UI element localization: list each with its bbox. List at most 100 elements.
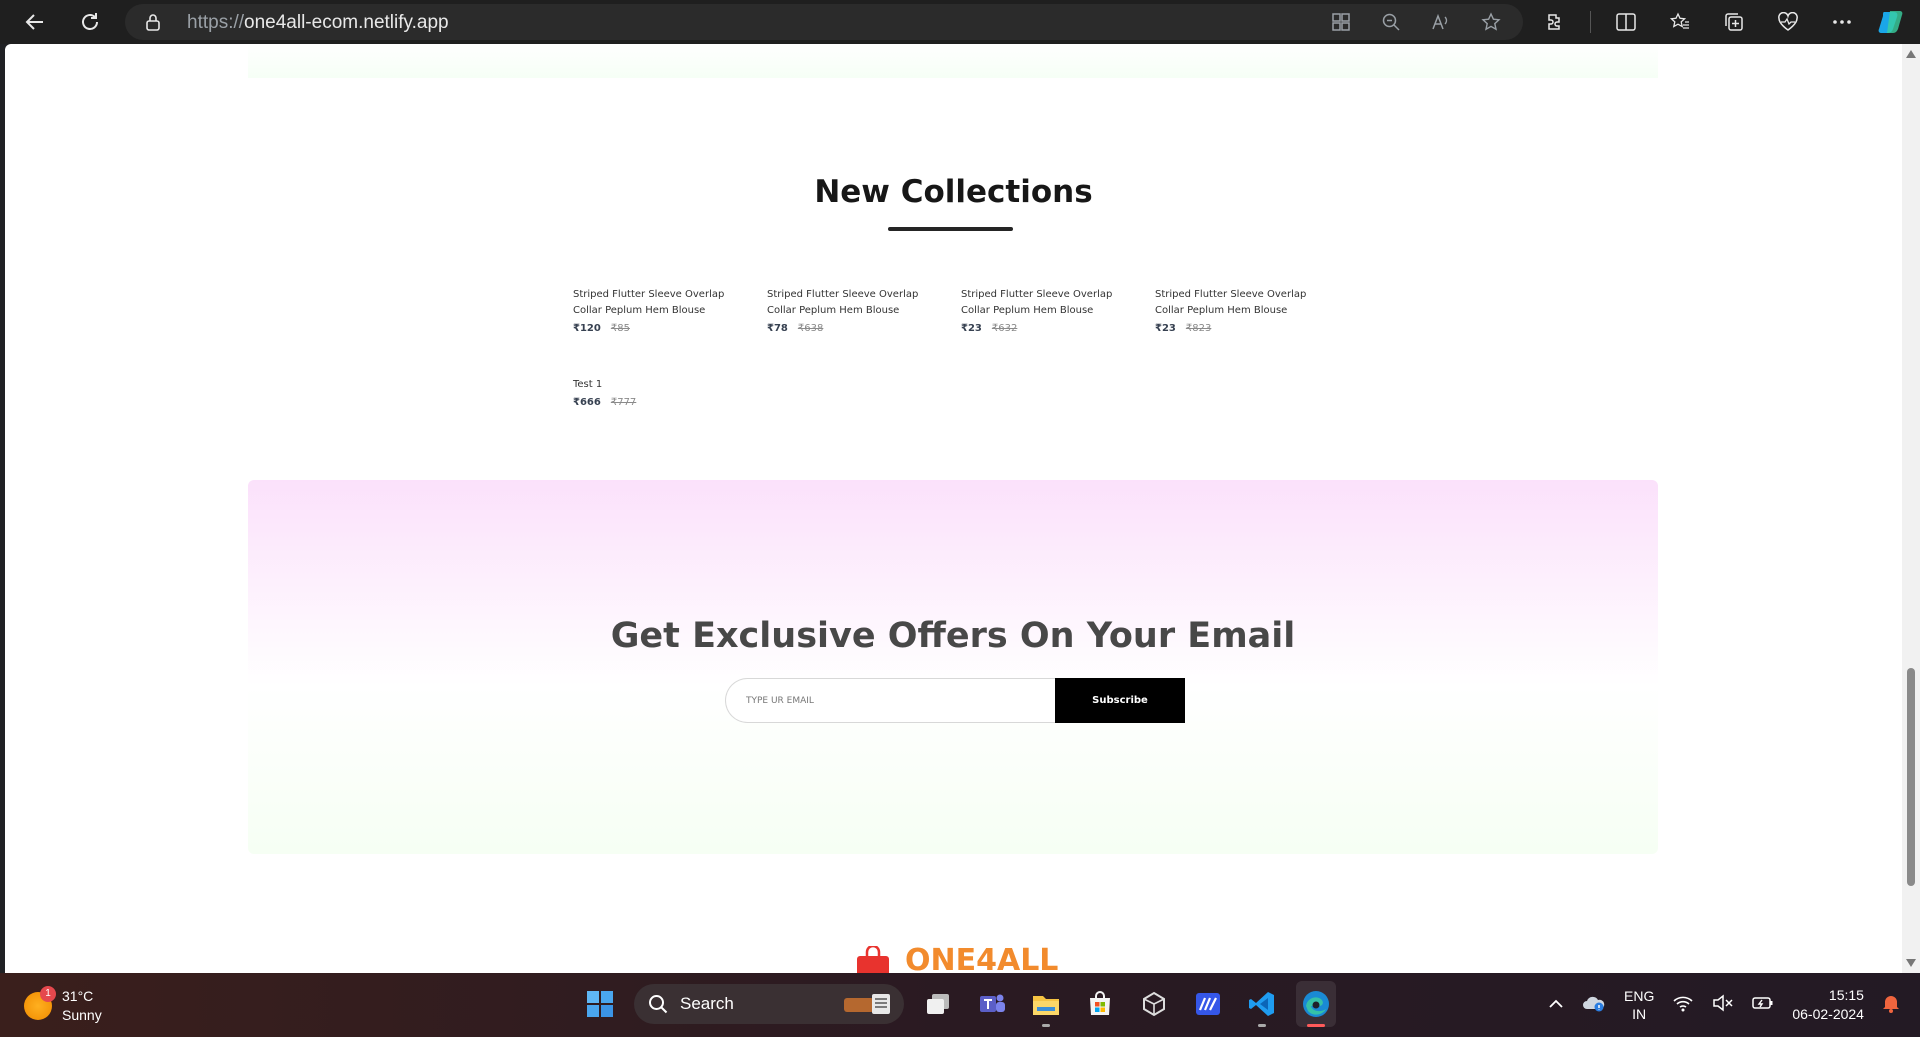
lock-icon[interactable] [145, 13, 161, 35]
more-options-icon[interactable] [1823, 3, 1861, 41]
scroll-down-arrow-icon[interactable] [1906, 959, 1916, 967]
dev-app[interactable] [1188, 981, 1228, 1027]
language-code: ENG [1624, 988, 1655, 1004]
subscribe-button[interactable]: Subscribe [1055, 678, 1185, 723]
clock-date: 06-02-2024 [1792, 1006, 1864, 1022]
reload-icon [82, 13, 98, 30]
clock[interactable]: 15:15 06-02-2024 [1792, 986, 1864, 1024]
product-card[interactable]: Striped Flutter Sleeve Overlap Collar Pe… [573, 287, 743, 334]
back-arrow-icon [25, 14, 43, 30]
split-screen-icon[interactable] [1607, 3, 1645, 41]
address-bar[interactable]: https://one4all-ecom.netlify.app [125, 4, 1523, 40]
vscode-app[interactable] [1242, 981, 1282, 1027]
teams-icon [980, 994, 1005, 1012]
teams-app[interactable] [972, 981, 1012, 1027]
edge-browser-icon [1303, 991, 1329, 1017]
windows-logo-icon [587, 991, 613, 1017]
copilot-icon[interactable] [1876, 6, 1908, 38]
notifications-bell-icon[interactable] [1882, 993, 1900, 1018]
product-new-price: ₹120 [573, 323, 601, 334]
product-old-price: ₹777 [610, 397, 637, 408]
shopping-bag-icon [857, 946, 889, 973]
scrollbar-thumb[interactable] [1907, 668, 1915, 886]
product-prices: ₹78 ₹638 [767, 323, 937, 334]
product-name[interactable]: Striped Flutter Sleeve Overlap Collar Pe… [961, 287, 1131, 319]
search-label: Search [680, 994, 734, 1013]
product-old-price: ₹632 [991, 323, 1018, 334]
store-icon [1090, 991, 1110, 1015]
email-input[interactable] [725, 678, 1056, 723]
reload-button[interactable] [68, 0, 112, 44]
search-highlight-icon [844, 994, 890, 1014]
start-button[interactable] [580, 981, 620, 1027]
product-prices: ₹120 ₹85 [573, 323, 743, 334]
onedrive-icon[interactable] [1582, 994, 1606, 1017]
product-old-price: ₹638 [797, 323, 824, 334]
favorites-icon[interactable] [1661, 3, 1699, 41]
language-indicator[interactable]: ENG IN [1624, 987, 1654, 1023]
weather-widget[interactable]: 1 31°C Sunny [24, 986, 102, 1025]
product-prices: ₹23 ₹823 [1155, 323, 1325, 334]
toolbar-separator [1590, 11, 1591, 33]
taskbar: 1 31°C Sunny Search ENG IN 15:15 06-02-2… [0, 973, 1920, 1037]
task-view-button[interactable] [918, 981, 958, 1027]
product-card[interactable]: Striped Flutter Sleeve Overlap Collar Pe… [1155, 287, 1325, 334]
page-viewport: New Collections Striped Flutter Sleeve O… [5, 44, 1902, 973]
footer-logo[interactable]: ONE4ALL [855, 946, 1058, 973]
unity-hub-app[interactable] [1134, 981, 1174, 1027]
task-view-icon [927, 994, 949, 1014]
system-tray: ENG IN 15:15 06-02-2024 [1548, 973, 1900, 1037]
battery-icon[interactable] [1752, 995, 1774, 1016]
volume-muted-icon[interactable] [1712, 993, 1734, 1017]
apps-icon[interactable] [1327, 8, 1355, 36]
file-explorer-app[interactable] [1026, 981, 1066, 1027]
clock-time: 15:15 [1828, 987, 1864, 1003]
url-scheme: https:// [187, 12, 245, 33]
weather-description: Sunny [62, 1007, 102, 1023]
extensions-icon[interactable] [1536, 3, 1574, 41]
product-name[interactable]: Test 1 [573, 377, 743, 393]
section-title: New Collections [814, 174, 1093, 210]
product-prices: ₹23 ₹632 [961, 323, 1131, 334]
product-old-price: ₹85 [610, 323, 630, 334]
product-new-price: ₹666 [573, 397, 601, 408]
collections-icon[interactable] [1715, 3, 1753, 41]
folder-icon [1033, 996, 1059, 1015]
weather-temperature: 31°C [62, 988, 94, 1004]
previous-section-edge [248, 44, 1658, 78]
product-card[interactable]: Striped Flutter Sleeve Overlap Collar Pe… [767, 287, 937, 334]
chevron-up-icon[interactable] [1548, 996, 1564, 1014]
edge-app[interactable] [1296, 981, 1336, 1027]
url-text[interactable]: https://one4all-ecom.netlify.app [187, 12, 449, 34]
vscode-icon [1249, 992, 1274, 1016]
back-button[interactable] [13, 0, 57, 44]
running-indicator [1042, 1024, 1050, 1027]
product-name[interactable]: Striped Flutter Sleeve Overlap Collar Pe… [573, 287, 743, 319]
taskbar-search[interactable]: Search [634, 984, 904, 1024]
browser-toolbar: https://one4all-ecom.netlify.app [0, 0, 1920, 44]
favorite-star-icon[interactable] [1477, 8, 1505, 36]
microsoft-store-app[interactable] [1080, 981, 1120, 1027]
cube-icon [1143, 991, 1165, 1017]
url-host: one4all-ecom.netlify.app [244, 12, 449, 33]
product-prices: ₹666 ₹777 [573, 397, 743, 408]
product-card[interactable]: Striped Flutter Sleeve Overlap Collar Pe… [961, 287, 1131, 334]
region-code: IN [1632, 1006, 1647, 1022]
sun-icon: 1 [24, 986, 56, 1020]
search-icon [649, 995, 668, 1014]
logo-text: ONE4ALL [905, 943, 1059, 974]
code-app-icon [1196, 993, 1220, 1015]
product-name[interactable]: Striped Flutter Sleeve Overlap Collar Pe… [1155, 287, 1325, 319]
wifi-icon[interactable] [1672, 994, 1694, 1017]
product-name[interactable]: Striped Flutter Sleeve Overlap Collar Pe… [767, 287, 937, 319]
zoom-out-icon[interactable] [1377, 8, 1405, 36]
running-indicator [1258, 1024, 1266, 1027]
product-card[interactable]: Test 1 ₹666 ₹777 [573, 377, 743, 408]
scroll-up-arrow-icon[interactable] [1906, 50, 1916, 58]
active-indicator [1307, 1024, 1325, 1027]
title-underline [888, 227, 1013, 231]
page-scrollbar[interactable] [1902, 44, 1920, 973]
product-old-price: ₹823 [1185, 323, 1212, 334]
read-aloud-icon[interactable] [1427, 8, 1455, 36]
health-heart-icon[interactable] [1769, 3, 1807, 41]
